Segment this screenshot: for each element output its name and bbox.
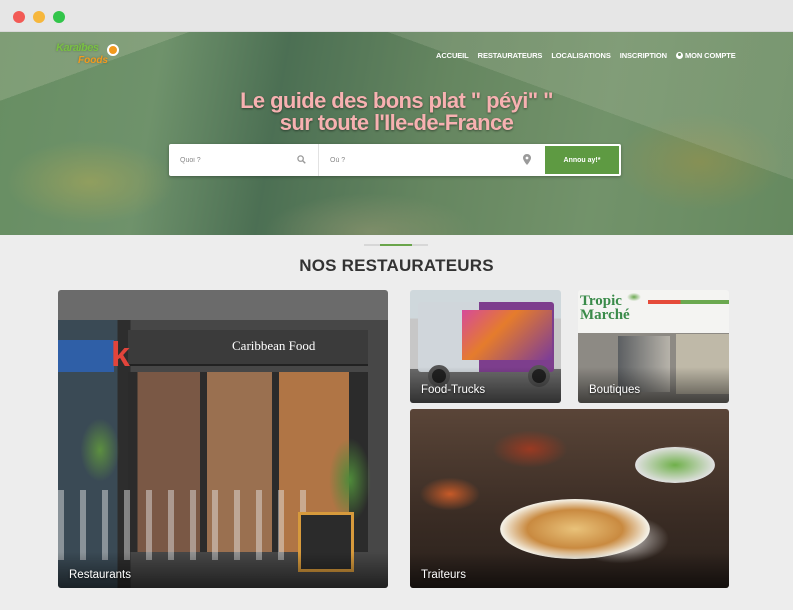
hero-banner: Karaïbes Foods ACCUEIL RESTAURATEURS LOC…	[0, 32, 793, 235]
search-what-input[interactable]	[180, 154, 290, 166]
hero-headline-line2: sur toute l'Ile-de-France	[279, 110, 514, 135]
traiteur-salad-plate	[635, 447, 715, 483]
traiteur-main-plate	[500, 499, 650, 559]
search-bar: Annou ay!*	[169, 144, 621, 176]
map-pin-icon	[523, 154, 531, 165]
main-nav: ACCUEIL RESTAURATEURS LOCALISATIONS INSC…	[436, 51, 736, 60]
restaurant-k-logo: k	[111, 336, 130, 374]
nav-item-mon-compte-label: MON COMPTE	[684, 51, 736, 60]
card-label-restaurants: Restaurants	[69, 569, 132, 581]
category-card-restaurants[interactable]: Caribbean Food k Restaurants	[58, 290, 388, 588]
search-icon	[297, 155, 306, 164]
site-logo[interactable]: Karaïbes Foods	[56, 42, 120, 70]
nav-item-mon-compte[interactable]: MON COMPTE	[675, 51, 736, 60]
search-where-input[interactable]	[330, 154, 440, 166]
nav-item-localisations[interactable]: LOCALISATIONS	[551, 51, 611, 60]
search-submit-button[interactable]: Annou ay!*	[545, 146, 619, 174]
palm-tree-icon	[624, 292, 644, 316]
nav-item-inscription[interactable]: INSCRIPTION	[620, 51, 667, 60]
category-card-food-trucks[interactable]: Food-Trucks	[410, 290, 561, 403]
boutique-sign-line2: Marché	[580, 307, 630, 323]
section-divider	[364, 244, 428, 246]
food-truck-artwork	[462, 310, 552, 360]
restaurant-storefront-sign: Caribbean Food	[128, 330, 368, 366]
restaurant-terrace-chairs	[58, 490, 318, 560]
search-where-field	[319, 144, 543, 176]
nav-item-restaurateurs[interactable]: RESTAURATEURS	[478, 51, 543, 60]
restaurant-blue-sign	[58, 340, 114, 372]
section-title: NOS RESTAURATEURS	[299, 256, 494, 275]
browser-titlebar	[0, 0, 793, 32]
search-what-field	[169, 144, 319, 176]
boutique-sign: Tropic Marché	[580, 294, 630, 323]
card-label-food-trucks: Food-Trucks	[421, 384, 486, 396]
logo-line2: Foods	[78, 55, 108, 66]
restaurant-sign-text: Caribbean Food	[232, 338, 316, 353]
category-card-boutiques[interactable]: Tropic Marché Boutiques	[578, 290, 729, 403]
hero-headline: Le guide des bons plat " péyi" " sur tou…	[0, 90, 793, 134]
close-window-dot[interactable]	[13, 11, 25, 23]
boutique-stripe	[648, 300, 729, 304]
card-label-boutiques: Boutiques	[589, 384, 641, 396]
maximize-window-dot[interactable]	[53, 11, 65, 23]
card-label-traiteurs: Traiteurs	[421, 569, 466, 581]
nav-item-accueil[interactable]: ACCUEIL	[436, 51, 469, 60]
logo-line1: Karaïbes	[56, 42, 99, 54]
category-card-traiteurs[interactable]: Traiteurs	[410, 409, 729, 588]
logo-pin-icon	[107, 44, 119, 56]
hero-headline-line1: Le guide des bons plat " péyi" "	[240, 88, 553, 113]
user-circle-icon	[675, 52, 683, 59]
minimize-window-dot[interactable]	[33, 11, 45, 23]
